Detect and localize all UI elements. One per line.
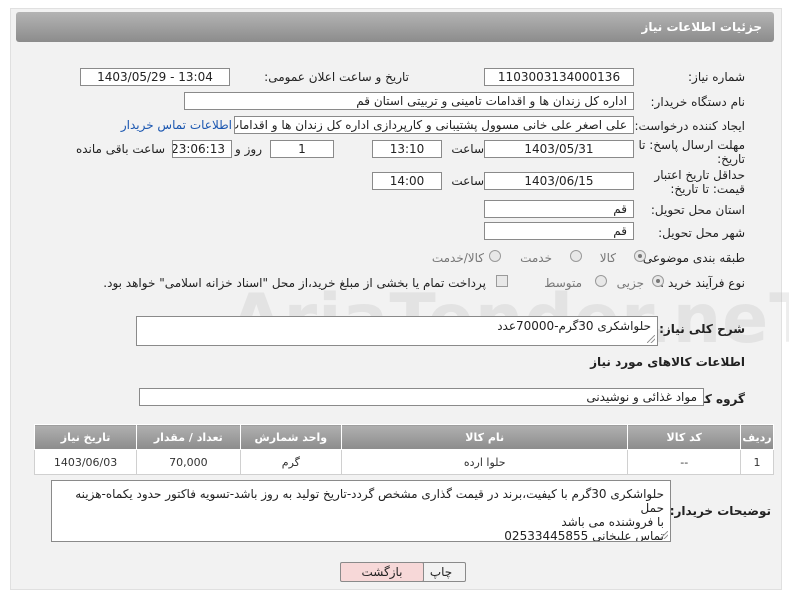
treasury-checkbox[interactable] — [496, 275, 508, 287]
reply-time-label: ساعت — [451, 142, 484, 156]
buyer-org-label: نام دستگاه خریدار: — [650, 95, 746, 109]
announce-label: تاریخ و ساعت اعلان عمومی: — [264, 70, 409, 84]
cell-qty: 70,000 — [136, 449, 241, 475]
announce-field: 1403/05/29 - 13:04 — [80, 68, 230, 86]
table-row: 1 -- حلوا ارده گرم 70,000 1403/06/03 — [33, 449, 774, 475]
remaining-time-field: 23:06:13 — [172, 140, 232, 158]
buyer-org-field: اداره کل زندان ها و اقدامات تامینی و ترب… — [184, 92, 634, 110]
cell-code: -- — [627, 449, 742, 475]
buyer-notes-line: حلواشکری 30گرم با کیفیت،برند در قیمت گذا… — [75, 487, 664, 515]
delivery-province-field: قم — [484, 200, 634, 218]
summary-label: شرح کلی نیاز: — [659, 322, 745, 336]
reply-date-field: 1403/05/31 — [484, 140, 634, 158]
delivery-city-label: شهر محل تحویل: — [658, 226, 745, 240]
purchase-option-minor: جزیی — [616, 276, 644, 290]
purchase-radio-medium[interactable] — [595, 275, 607, 287]
back-button[interactable]: بازگشت — [340, 562, 424, 582]
category-radio-service[interactable] — [570, 250, 582, 262]
category-option-goods: کالا — [599, 251, 616, 265]
remaining-days-field: 1 — [270, 140, 334, 158]
category-option-service: خدمت — [520, 251, 552, 265]
cell-date: 1403/06/03 — [33, 449, 138, 475]
delivery-province-label: استان محل تحویل: — [650, 203, 745, 217]
purchase-radio-minor[interactable] — [652, 275, 664, 287]
summary-field: حلواشکری 30گرم-70000عدد — [136, 316, 658, 346]
need-number-field: 1103003134000136 — [484, 68, 634, 86]
buyer-notes-line: تماس علیخانی 02533445855 — [504, 529, 664, 542]
goods-section-title: اطلاعات کالاهای مورد نیاز — [590, 355, 745, 369]
page-title: جزئیات اطلاعات نیاز — [641, 20, 762, 34]
col-header-name: نام کالا — [341, 424, 629, 450]
price-validity-date-field: 1403/06/15 — [484, 172, 634, 190]
category-radio-goods[interactable] — [634, 250, 646, 262]
price-validity-time-label: ساعت — [451, 174, 484, 188]
category-radio-goods-service[interactable] — [489, 250, 501, 262]
summary-text: حلواشکری 30گرم-70000عدد — [497, 319, 651, 333]
category-label: طبقه بندی موضوعی: — [638, 251, 745, 265]
cell-unit: گرم — [239, 449, 343, 475]
goods-group-field: مواد غذائی و نوشیدنی — [139, 388, 704, 406]
col-header-unit: واحد شمارش — [239, 424, 343, 450]
resize-handle[interactable] — [647, 335, 655, 343]
reply-time-field: 13:10 — [372, 140, 442, 158]
price-validity-label: حداقل تاریخ اعتبار قیمت: تا تاریخ: — [654, 168, 745, 196]
category-option-goods-service: کالا/خدمت — [431, 251, 484, 265]
remaining-label: ساعت باقی مانده — [75, 142, 165, 156]
col-header-qty: تعداد / مقدار — [136, 424, 241, 450]
need-number-label: شماره نیاز: — [688, 70, 745, 84]
cell-row: 1 — [740, 449, 774, 475]
col-header-code: کد کالا — [627, 424, 742, 450]
goods-table: ردیف کد کالا نام کالا واحد شمارش تعداد /… — [33, 424, 774, 475]
cell-name: حلوا ارده — [341, 449, 629, 475]
requester-label: ایجاد کننده درخواست: — [634, 119, 745, 133]
requester-field: علی اصغر علی خانی مسوول پشتیبانی و کارپر… — [234, 116, 634, 134]
days-label: روز و — [235, 142, 262, 156]
purchase-option-medium: متوسط — [544, 276, 582, 290]
reply-deadline-label: مهلت ارسال پاسخ: تا تاریخ: — [638, 138, 745, 166]
buyer-contact-link[interactable]: اطلاعات تماس خریدار — [121, 118, 232, 132]
resize-handle[interactable] — [660, 531, 668, 539]
col-header-row: ردیف — [740, 424, 774, 450]
col-header-date: تاریخ نیاز — [33, 424, 138, 450]
buyer-notes-label: توضیحات خریدار: — [669, 504, 771, 518]
price-validity-time-field: 14:00 — [372, 172, 442, 190]
purchase-type-label: نوع فرآیند خرید : — [660, 276, 745, 290]
header-bar: جزئیات اطلاعات نیاز — [16, 12, 774, 42]
delivery-city-field: قم — [484, 222, 634, 240]
buyer-notes-field: حلواشکری 30گرم با کیفیت،برند در قیمت گذا… — [51, 480, 671, 542]
buyer-notes-line: با فروشنده می باشد — [561, 515, 664, 529]
treasury-note: پرداخت تمام یا بخشی از مبلغ خرید،از محل … — [103, 276, 486, 290]
